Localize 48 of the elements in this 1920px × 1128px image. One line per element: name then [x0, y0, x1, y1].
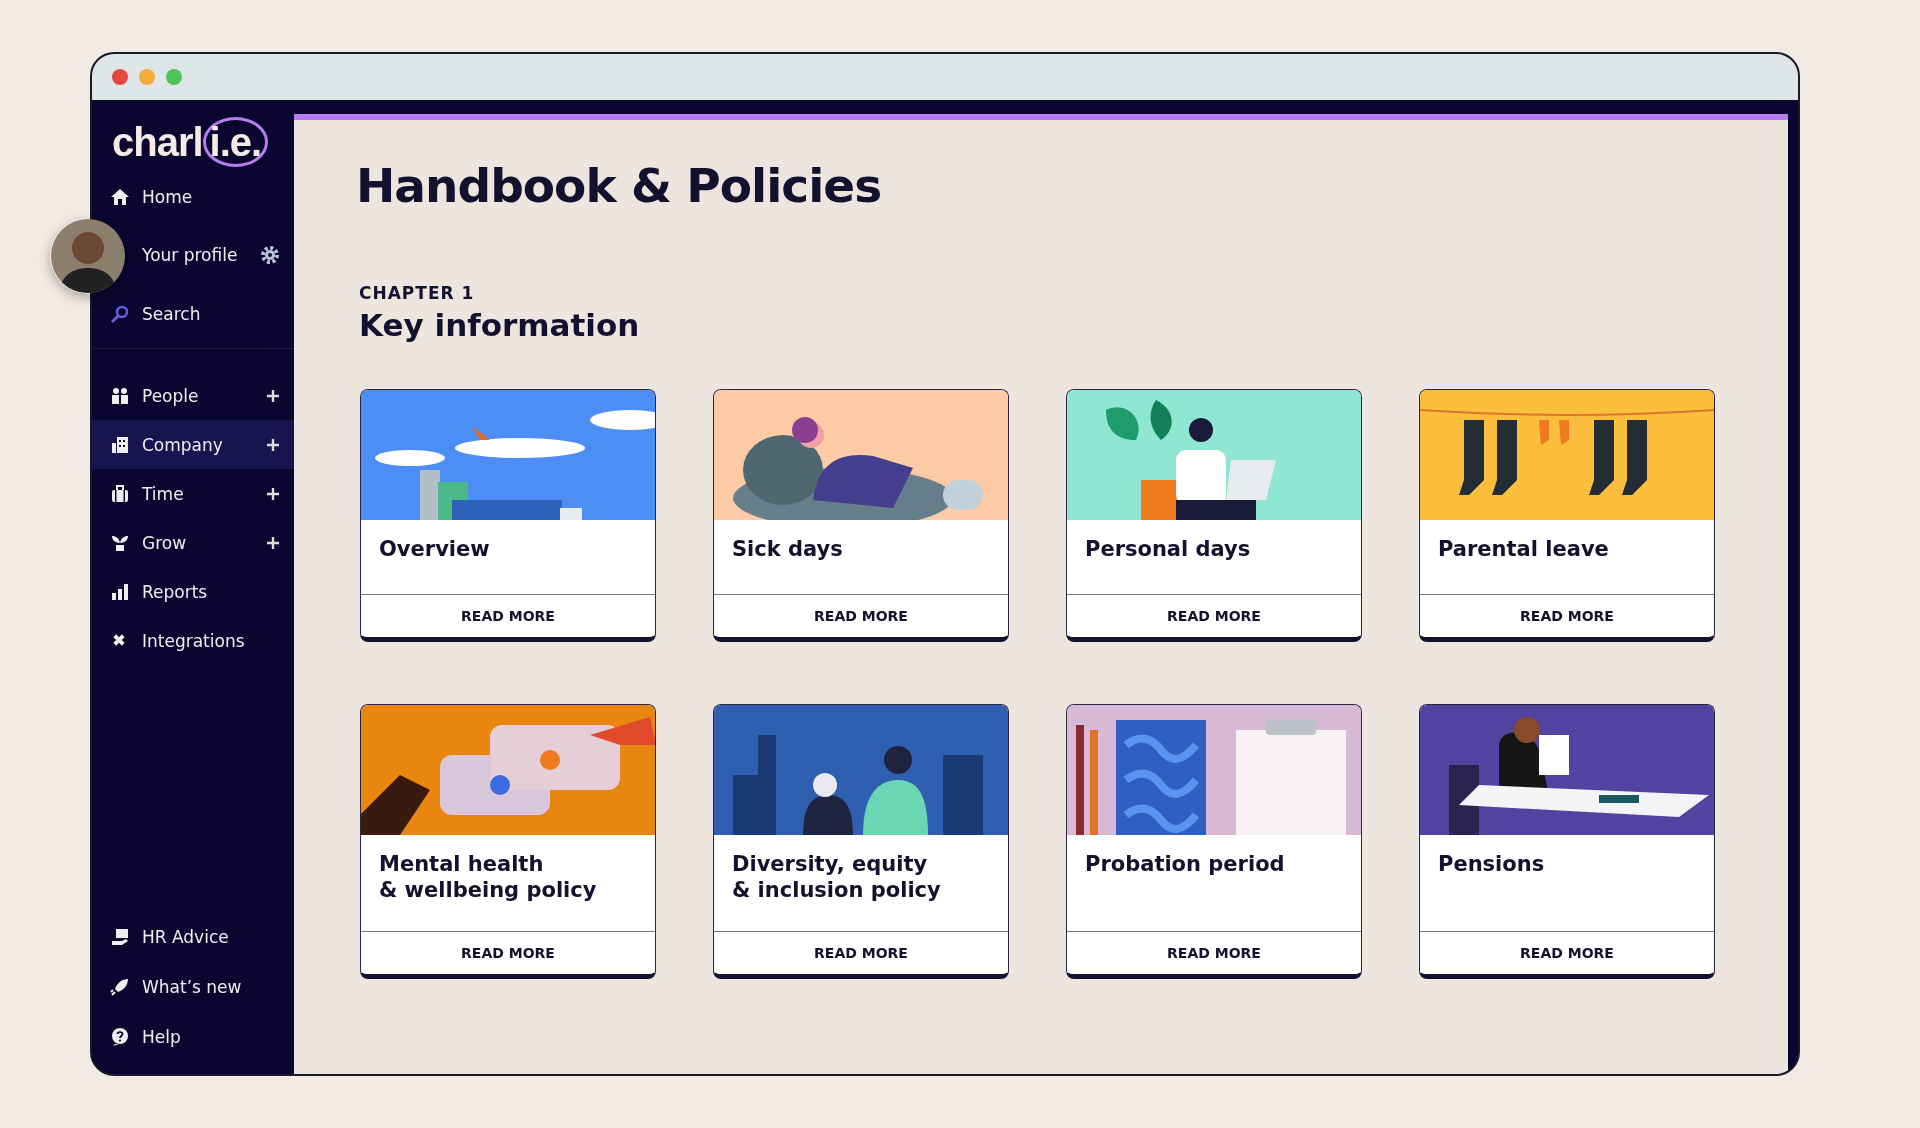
policy-card[interactable]: Personal days READ MORE: [1066, 389, 1362, 642]
card-title: Parental leave: [1438, 536, 1610, 562]
policy-card[interactable]: Pensions READ MORE: [1419, 704, 1715, 979]
card-title: Pensions: [1438, 851, 1546, 877]
nav-item[interactable]: HR Advice: [92, 912, 294, 962]
nav-item[interactable]: Grow: [92, 518, 294, 567]
settings-icon[interactable]: [260, 245, 280, 265]
nav-item[interactable]: Your profile: [128, 221, 294, 289]
card-title: Sick days: [732, 536, 844, 562]
nav-item[interactable]: Search: [92, 289, 294, 338]
nav-item[interactable]: Reports: [92, 567, 294, 616]
nav-item[interactable]: What’s new: [92, 962, 294, 1012]
close-button[interactable]: [112, 69, 128, 85]
chapter-label: CHAPTER 1: [358, 283, 476, 303]
laptop-hand-icon: [110, 927, 130, 947]
building-icon: [110, 434, 130, 455]
policy-card[interactable]: Mental health & wellbeing policy READ MORE: [360, 704, 656, 979]
card-title: Mental health & wellbeing policy: [379, 851, 598, 903]
nav-item[interactable]: Home: [92, 172, 294, 221]
plus-icon[interactable]: [266, 486, 280, 501]
logo[interactable]: charl i.e.: [92, 100, 294, 172]
help-icon: [110, 1027, 130, 1047]
bar-chart-icon: [110, 581, 130, 602]
nav-item[interactable]: Integrations: [92, 616, 294, 665]
nav-item[interactable]: Help: [92, 1012, 294, 1062]
card-title: Diversity, equity & inclusion policy: [732, 851, 942, 903]
card-title: Personal days: [1085, 536, 1252, 562]
section-title: Key information: [359, 307, 641, 343]
card-title: Overview: [379, 536, 491, 562]
policy-card[interactable]: Parental leave READ MORE: [1419, 389, 1715, 642]
plus-icon[interactable]: [266, 437, 280, 452]
nav-item[interactable]: Time: [92, 469, 294, 518]
people-icon: [110, 385, 130, 406]
nav-item[interactable]: People: [92, 371, 294, 420]
house-icon: [110, 186, 130, 207]
avatar[interactable]: [50, 218, 126, 294]
rocket-icon: [110, 977, 130, 997]
card-title: Probation period: [1085, 851, 1286, 877]
nav-item[interactable]: Company: [92, 420, 294, 469]
policy-card[interactable]: Probation period READ MORE: [1066, 704, 1362, 979]
policy-card[interactable]: Sick days READ MORE: [713, 389, 1009, 642]
policy-card[interactable]: Diversity, equity & inclusion policy READ MORE: [713, 704, 1009, 979]
suitcase-icon: [110, 483, 130, 504]
plus-icon[interactable]: [266, 535, 280, 550]
plus-icon[interactable]: [266, 388, 280, 403]
policy-card[interactable]: Overview READ MORE: [360, 389, 656, 642]
page-title: Handbook & Policies: [356, 158, 883, 213]
search-icon: [110, 303, 130, 324]
